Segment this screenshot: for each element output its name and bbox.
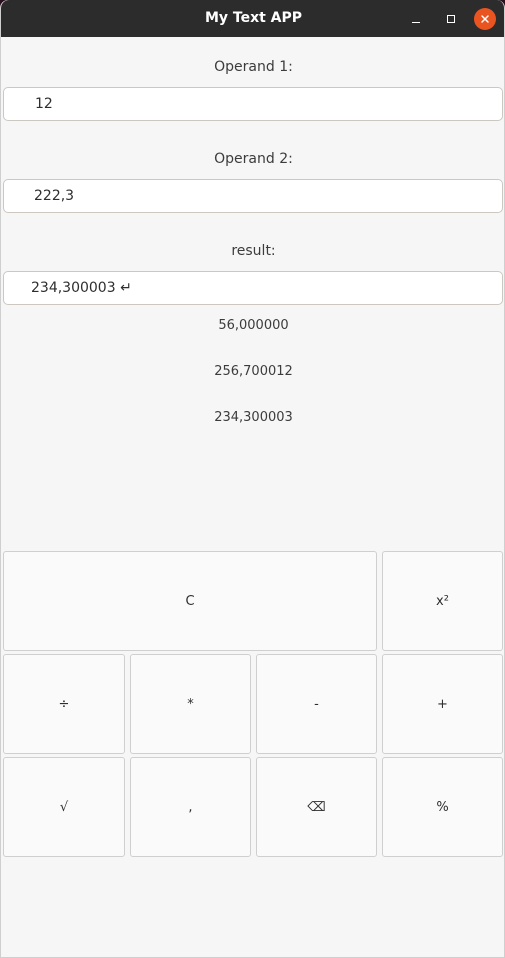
window-title: My Text APP [204, 10, 303, 26]
maximize-icon [447, 15, 455, 23]
square-button[interactable]: x² [382, 551, 503, 651]
percent-button[interactable]: % [382, 757, 503, 857]
clear-button[interactable]: C [3, 551, 377, 651]
operand1-label: Operand 1: [214, 59, 293, 75]
result-value: 234,300003 ↵ [31, 280, 132, 296]
app-window: My Text APP Operand 1: 12 Operand 2: 222… [0, 0, 505, 958]
operand2-value: 222,3 [34, 188, 75, 204]
title-bar[interactable]: My Text APP [1, 0, 504, 37]
minimize-icon [412, 22, 420, 23]
divide-button[interactable]: ÷ [3, 654, 125, 754]
maximize-button[interactable] [440, 8, 462, 30]
backspace-button[interactable]: ⌫ [256, 757, 377, 857]
history-item: 256,700012 [214, 364, 293, 379]
add-button[interactable]: + [382, 654, 503, 754]
comma-button[interactable]: , [130, 757, 251, 857]
multiply-button[interactable]: * [130, 654, 251, 754]
operand2-input[interactable]: 222,3 [3, 179, 503, 213]
history-item: 234,300003 [214, 410, 293, 425]
operand1-input[interactable]: 12 [3, 87, 503, 121]
subtract-button[interactable]: - [256, 654, 377, 754]
minimize-button[interactable] [405, 8, 427, 30]
sqrt-button[interactable]: √ [3, 757, 125, 857]
close-icon [481, 15, 489, 23]
operand2-label: Operand 2: [214, 151, 293, 167]
close-button[interactable] [474, 8, 496, 30]
result-label: result: [231, 243, 276, 259]
history-item: 56,000000 [218, 318, 289, 333]
operand1-value: 12 [35, 96, 53, 112]
result-input[interactable]: 234,300003 ↵ [3, 271, 503, 305]
